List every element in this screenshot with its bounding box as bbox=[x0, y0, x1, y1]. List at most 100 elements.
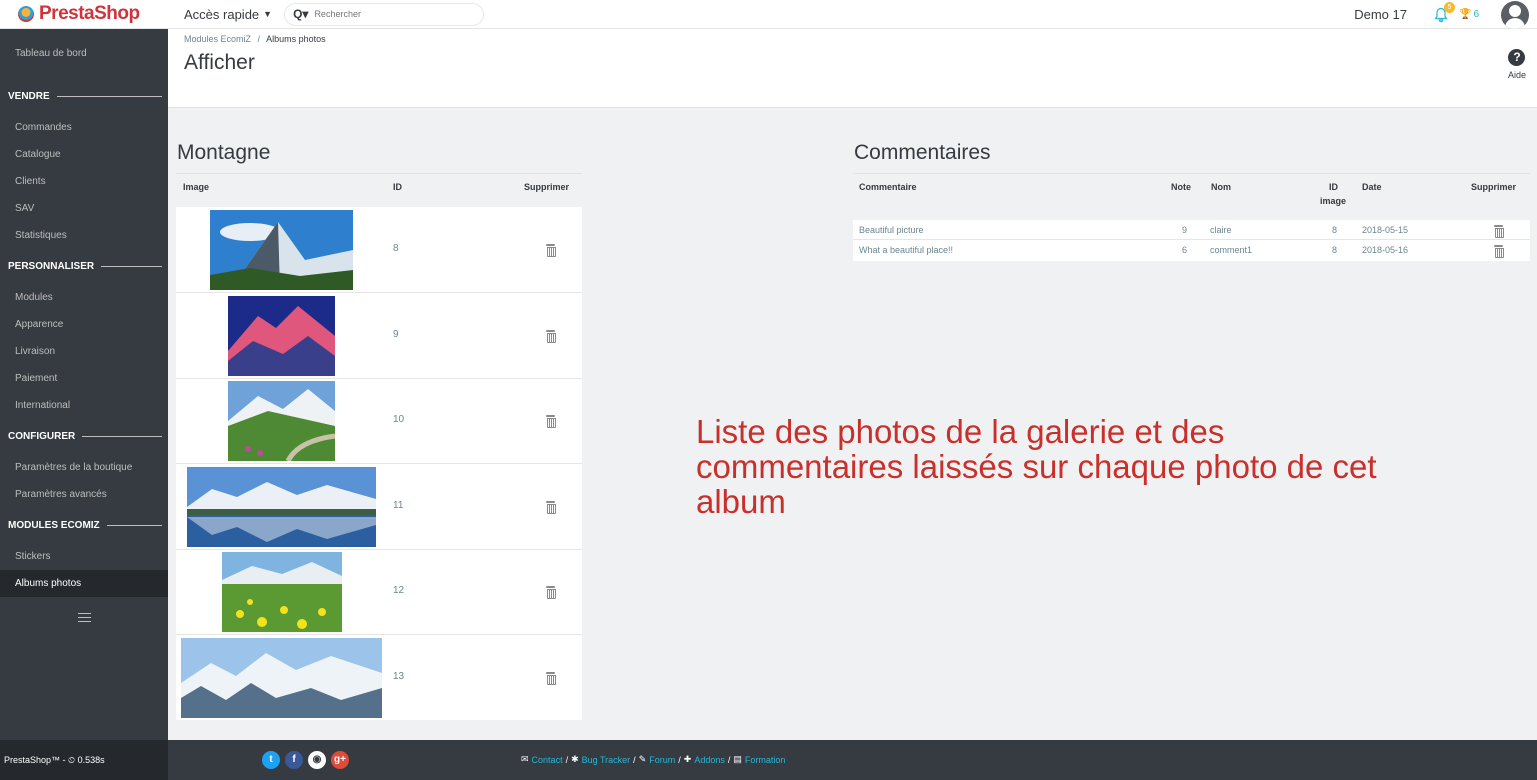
photo-thumbnail[interactable] bbox=[210, 210, 353, 290]
sidebar-item-apparence[interactable]: Apparence bbox=[0, 311, 168, 338]
photo-thumbnail[interactable] bbox=[222, 552, 342, 632]
annotation-text: Liste des photos de la galerie et des co… bbox=[696, 413, 1377, 520]
comment-note: 9 bbox=[1182, 225, 1188, 235]
photo-thumbnail[interactable] bbox=[187, 467, 376, 547]
comment-date: 2018-05-16 bbox=[1362, 245, 1409, 255]
sidebar-item-dashboard[interactable]: Tableau de bord bbox=[0, 29, 168, 79]
trophy-link[interactable]: 🏆 6 bbox=[1459, 9, 1479, 20]
footer-link-formation[interactable]: Formation bbox=[745, 755, 786, 765]
footer-link-contact[interactable]: Contact bbox=[532, 755, 563, 765]
photo-thumbnail[interactable] bbox=[228, 296, 335, 376]
shop-name-link[interactable]: Demo 17 bbox=[1354, 7, 1407, 22]
trash-icon[interactable] bbox=[546, 244, 556, 257]
sidebar-item-shop-parameters[interactable]: Paramètres de la boutique bbox=[0, 454, 168, 481]
sidebar-item-sav[interactable]: SAV bbox=[0, 195, 168, 222]
photo-id: 10 bbox=[393, 414, 405, 425]
divider bbox=[853, 173, 1530, 174]
photo-table: 8 9 10 11 12 13 bbox=[176, 207, 582, 720]
breadcrumb-parent[interactable]: Modules EcomiZ bbox=[184, 34, 251, 44]
hamburger-icon bbox=[77, 612, 91, 622]
table-row: 13 bbox=[176, 635, 582, 721]
comment-id-image: 8 bbox=[1332, 245, 1338, 255]
search-icon[interactable]: Q▾ bbox=[293, 7, 308, 21]
sidebar-item-statistiques[interactable]: Statistiques bbox=[0, 222, 168, 249]
section-title: PERSONNALISER bbox=[8, 261, 95, 272]
notifications-button[interactable]: 5 bbox=[1433, 1, 1455, 23]
table-row: 12 bbox=[176, 549, 582, 635]
photo-id: 9 bbox=[393, 329, 399, 340]
google-plus-icon[interactable]: g+ bbox=[331, 751, 349, 769]
sidebar-item-catalogue[interactable]: Catalogue bbox=[0, 141, 168, 168]
sidebar-item-commandes[interactable]: Commandes bbox=[0, 114, 168, 141]
trash-icon[interactable] bbox=[546, 330, 556, 343]
trash-icon[interactable] bbox=[546, 415, 556, 428]
column-header-image: Image bbox=[183, 182, 210, 192]
column-header-comment: Commentaire bbox=[859, 182, 917, 192]
table-row: What a beautiful place!! 6 comment1 8 20… bbox=[853, 240, 1530, 260]
photo-id: 13 bbox=[393, 671, 405, 682]
photo-thumbnail[interactable] bbox=[181, 638, 382, 718]
divider bbox=[176, 173, 582, 174]
sidebar-item-paiement[interactable]: Paiement bbox=[0, 365, 168, 392]
avatar[interactable] bbox=[1501, 0, 1529, 29]
footer-link-bug-tracker[interactable]: Bug Tracker bbox=[582, 755, 631, 765]
comment-name: claire bbox=[1210, 225, 1232, 235]
column-header-date: Date bbox=[1362, 182, 1382, 192]
photo-id: 8 bbox=[393, 243, 399, 254]
column-header-id-image-2: image bbox=[1320, 196, 1347, 206]
photo-id: 12 bbox=[393, 585, 405, 596]
sidebar-collapse-button[interactable] bbox=[0, 597, 168, 637]
trash-icon[interactable] bbox=[546, 501, 556, 514]
comment-note: 6 bbox=[1182, 245, 1188, 255]
album-title: Montagne bbox=[177, 141, 271, 164]
github-icon[interactable]: ◉ bbox=[308, 751, 326, 769]
comments-table: Beautiful picture 9 claire 8 2018-05-15 … bbox=[853, 220, 1530, 261]
divider bbox=[101, 266, 162, 267]
footer-link-forum[interactable]: Forum bbox=[649, 755, 675, 765]
comments-title: Commentaires bbox=[854, 141, 991, 164]
comment-name: comment1 bbox=[1210, 245, 1253, 255]
comment-text: What a beautiful place!! bbox=[859, 245, 954, 255]
prestashop-logo[interactable]: PrestaShop bbox=[0, 0, 168, 29]
sidebar-item-label: Albums photos bbox=[15, 578, 82, 589]
footer-brand-text: PrestaShop™ - bbox=[4, 755, 69, 765]
clock-icon: ⏲ bbox=[68, 755, 76, 765]
comment-date: 2018-05-15 bbox=[1362, 225, 1409, 235]
sidebar-item-modules[interactable]: Modules bbox=[0, 284, 168, 311]
quick-access-dropdown[interactable]: Accès rapide ▼ bbox=[184, 7, 272, 22]
question-circle-icon: ? bbox=[1508, 49, 1526, 66]
footer-link-addons[interactable]: Addons bbox=[694, 755, 725, 765]
help-button[interactable]: ? Aide bbox=[1508, 49, 1526, 80]
sidebar-item-clients[interactable]: Clients bbox=[0, 168, 168, 195]
sidebar-item-international[interactable]: International bbox=[0, 392, 168, 419]
divider bbox=[106, 525, 162, 526]
comment-text: Beautiful picture bbox=[859, 225, 924, 235]
sidebar-item-livraison[interactable]: Livraison bbox=[0, 338, 168, 365]
twitter-icon[interactable]: t bbox=[262, 751, 280, 769]
top-header: PrestaShop Accès rapide ▼ Q▾ Demo 17 5 🏆… bbox=[0, 0, 1537, 29]
footer-separator: / bbox=[727, 754, 731, 765]
column-header-id: ID bbox=[393, 182, 402, 192]
breadcrumb-separator: / bbox=[257, 34, 261, 44]
trash-icon[interactable] bbox=[546, 672, 556, 685]
trash-icon[interactable] bbox=[546, 586, 556, 599]
quick-access-label: Accès rapide bbox=[184, 6, 260, 22]
trash-icon[interactable] bbox=[1494, 245, 1504, 258]
sidebar-item-stickers[interactable]: Stickers bbox=[0, 543, 168, 570]
photo-id: 11 bbox=[393, 500, 404, 511]
trash-icon[interactable] bbox=[1494, 225, 1504, 238]
footer-links: ✉ Contact / ✱ Bug Tracker / ✎ Forum / ✚ Addo… bbox=[521, 754, 785, 765]
prestashop-logo-icon bbox=[18, 6, 34, 22]
sidebar-item-albums-photos[interactable]: Albums photos bbox=[0, 570, 168, 597]
help-label: Aide bbox=[1507, 70, 1526, 80]
table-row: 10 bbox=[176, 378, 582, 464]
page-title: Afficher bbox=[184, 51, 255, 74]
photo-thumbnail[interactable] bbox=[228, 381, 335, 461]
puzzle-icon: ✚ bbox=[683, 754, 692, 764]
facebook-icon[interactable]: f bbox=[285, 751, 303, 769]
divider bbox=[56, 96, 162, 97]
search-input[interactable] bbox=[314, 9, 455, 19]
search-box: Q▾ bbox=[284, 2, 485, 26]
sidebar-item-advanced-parameters[interactable]: Paramètres avancés bbox=[0, 481, 168, 508]
caret-down-icon: ▼ bbox=[263, 9, 273, 19]
